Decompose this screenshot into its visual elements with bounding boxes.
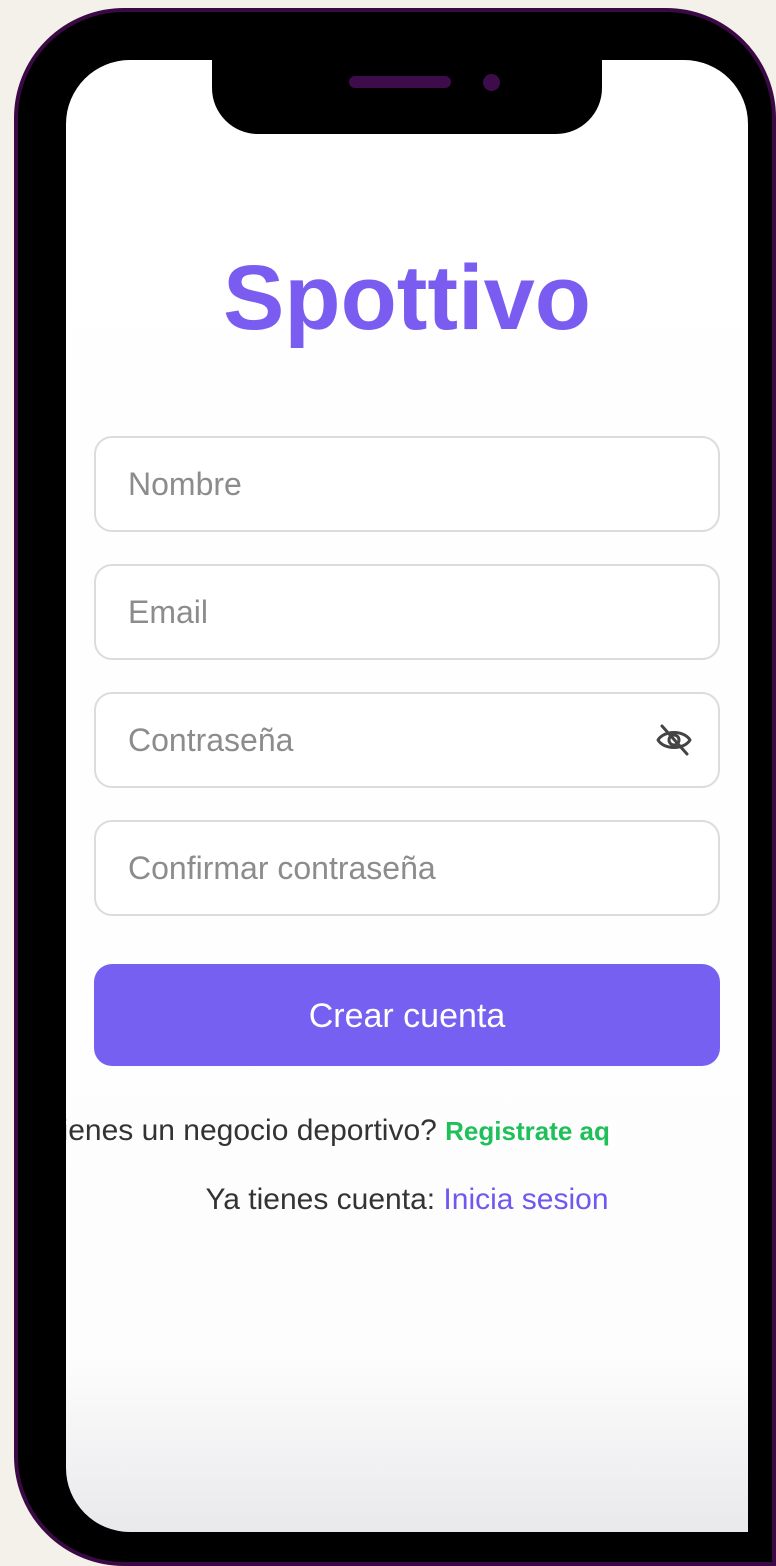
name-input[interactable] [128,438,668,530]
front-camera [483,74,500,91]
app-screen: Spottivo Crear cuenta ¿Tienes un negocio… [66,60,748,1532]
business-prompt: ¿Tienes un negocio deportivo? Registrate… [66,1114,610,1148]
phone-notch [212,52,602,134]
name-field[interactable] [94,436,720,532]
password-input[interactable] [128,694,668,786]
speaker-grille [349,76,451,88]
app-logo: Spottivo [223,247,591,349]
confirm-password-input[interactable] [128,822,668,914]
password-field[interactable] [94,692,720,788]
confirm-password-field[interactable] [94,820,720,916]
phone-frame: Spottivo Crear cuenta ¿Tienes un negocio… [14,8,776,1566]
business-prompt-text: ¿Tienes un negocio deportivo? [66,1114,446,1147]
login-prompt: Ya tienes cuenta: Inicia sesion [66,1183,748,1217]
email-field[interactable] [94,564,720,660]
create-account-button[interactable]: Crear cuenta [94,964,720,1066]
email-input[interactable] [128,566,668,658]
eye-off-icon[interactable] [654,722,694,758]
register-business-link[interactable]: Registrate aq [445,1116,610,1146]
login-link[interactable]: Inicia sesion [443,1183,608,1216]
login-prompt-text: Ya tienes cuenta: [205,1183,444,1216]
